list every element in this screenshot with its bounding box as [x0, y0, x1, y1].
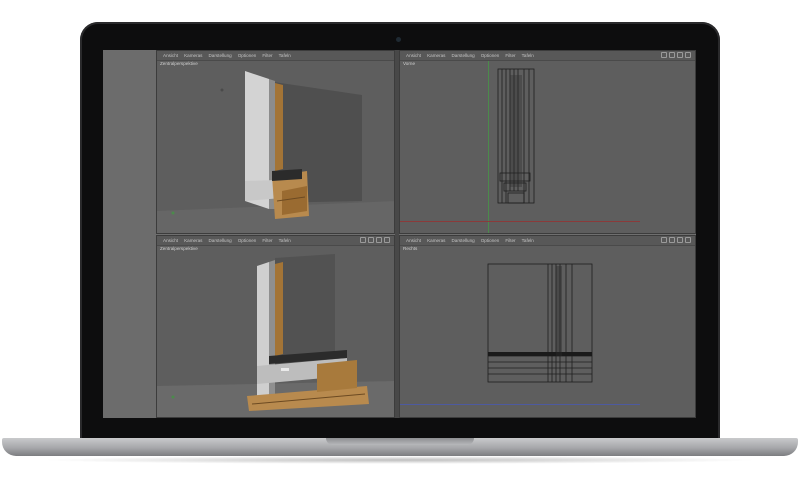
viewport-front[interactable]: Ansicht Kameras Darstellung Optionen Fil…	[399, 50, 696, 234]
laptop-shadow	[40, 456, 760, 464]
viewport-right[interactable]: Ansicht Kameras Darstellung Optionen Fil…	[399, 235, 696, 418]
viewport-perspective-bottom[interactable]: Ansicht Kameras Darstellung Optionen Fil…	[156, 235, 395, 418]
window-frame-perspective-model	[157, 71, 394, 233]
laptop-open-notch	[326, 438, 474, 445]
webcam	[396, 37, 401, 42]
left-panel	[103, 50, 156, 418]
window-frame-perspective-closeup-model	[157, 254, 394, 417]
viewport-perspective-top[interactable]: Ansicht Kameras Darstellung Optionen Fil…	[156, 50, 395, 234]
window-frame-front-model	[497, 68, 535, 204]
window-frame-side-model	[487, 263, 593, 383]
cinema4d-screen: Ansicht Kameras Darstellung Optionen Fil…	[103, 50, 696, 418]
